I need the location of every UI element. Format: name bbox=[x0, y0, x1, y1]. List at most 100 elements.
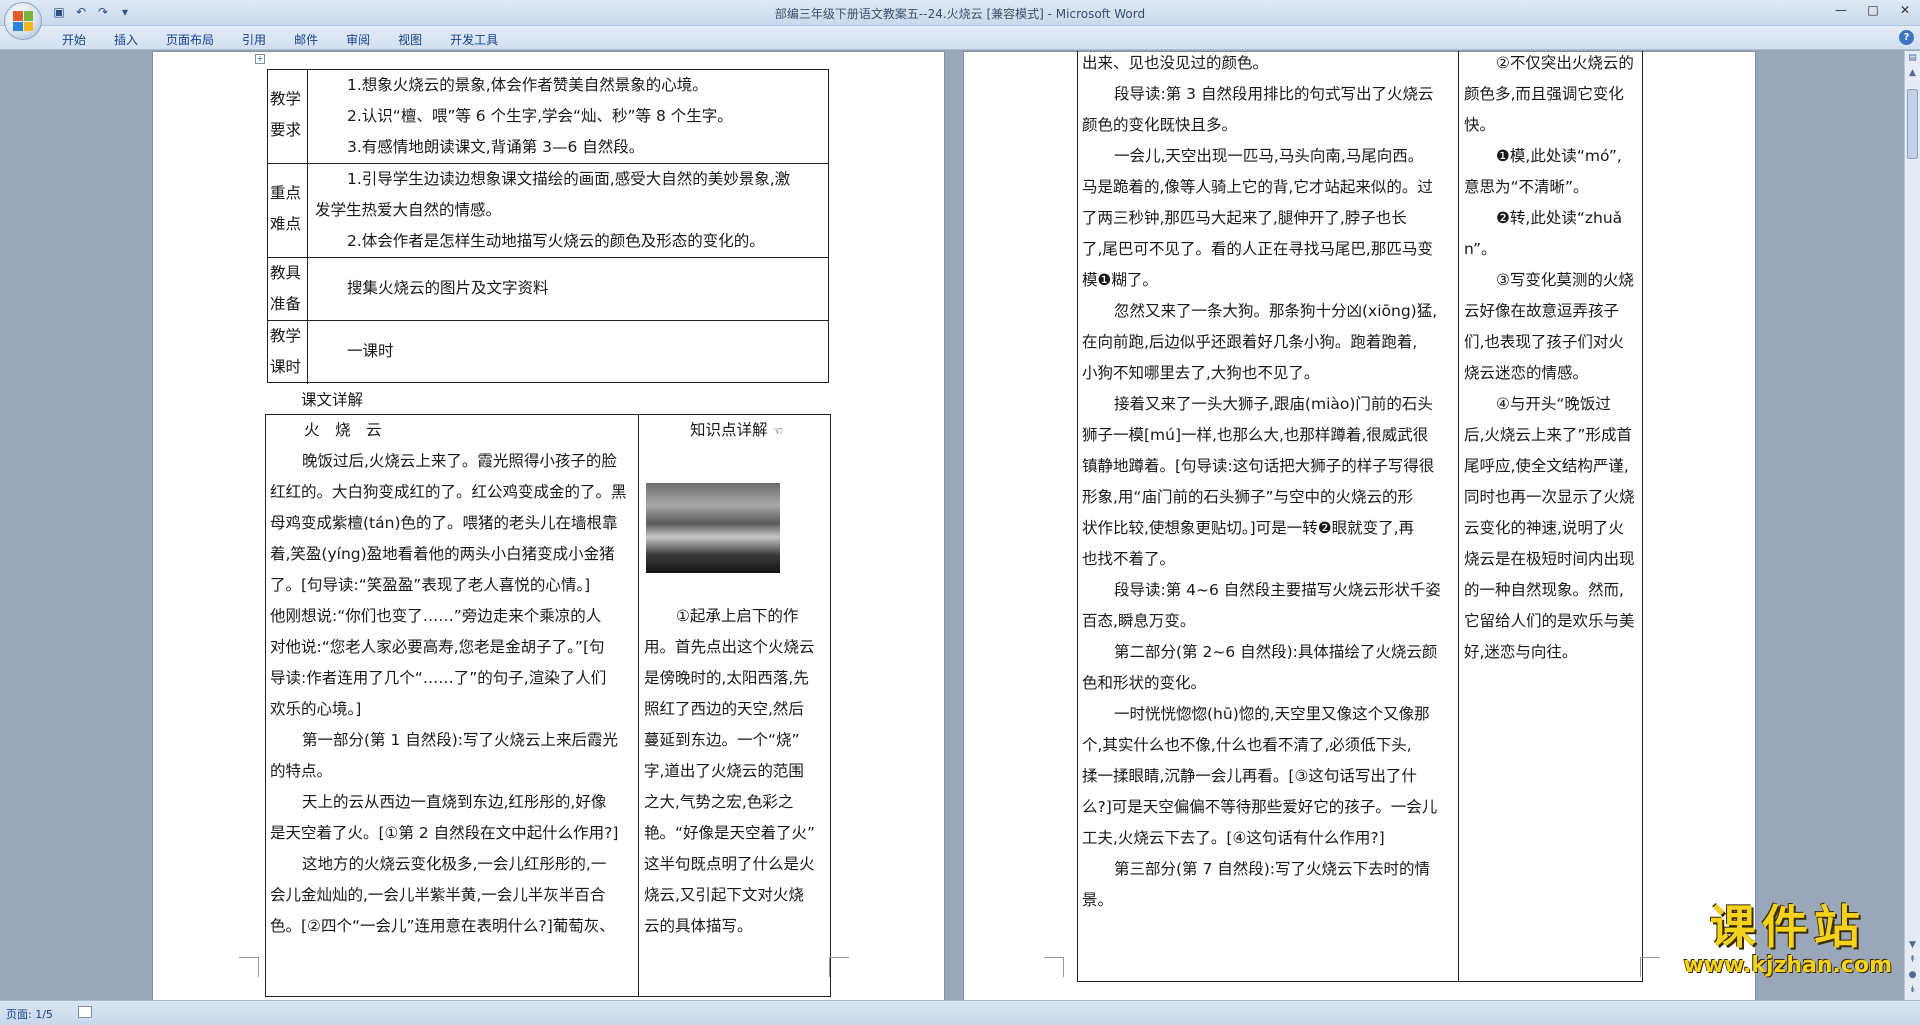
note-line: 云好像在故意逗弄孩子 bbox=[1464, 302, 1620, 320]
text-line: 个,其实什么也不像,什么也看不清了,必须低下头, bbox=[1082, 736, 1412, 754]
note-line: ①起承上启下的作 bbox=[676, 607, 799, 625]
text-line: 的特点。 bbox=[270, 762, 333, 780]
text-line: 揉一揉眼睛,沉静一会儿再看。[③这句话写出了什 bbox=[1082, 767, 1417, 785]
side-heading-text: 知识点详解 bbox=[690, 421, 768, 439]
section-title: 课文详解 bbox=[301, 391, 364, 409]
row-content: 搜集火烧云的图片及文字资料 bbox=[309, 258, 828, 304]
text-line: 出来、见也没见过的颜色。 bbox=[1082, 54, 1269, 72]
tab-insert[interactable]: 插入 bbox=[100, 29, 152, 50]
text-line: 导读:作者连用了几个“……了”的句子,渲染了人们 bbox=[270, 669, 607, 687]
proofing-icon[interactable] bbox=[78, 1006, 92, 1018]
ruler-toggle-icon[interactable]: ▤ bbox=[1905, 51, 1920, 66]
maximize-icon[interactable]: □ bbox=[1864, 3, 1882, 17]
table-row: 教学 要求 1.想象火烧云的景象,体会作者赞美自然景象的心境。 2.认识“檀、喂… bbox=[268, 70, 828, 164]
text-line: 对他说:“您老人家必要高寿,您老是金胡子了。”[句 bbox=[270, 638, 605, 656]
next-page-icon[interactable]: ↡ bbox=[1905, 983, 1920, 998]
text-title: 火 烧 云 bbox=[304, 421, 382, 439]
scroll-down-icon[interactable]: ▼ bbox=[1905, 938, 1920, 953]
note-line: 之大,气势之宏,色彩之 bbox=[644, 793, 794, 811]
tab-view[interactable]: 视图 bbox=[384, 29, 436, 50]
page-count[interactable]: 页面: 1/5 bbox=[6, 1006, 53, 1022]
text-line: 这地方的火烧云变化极多,一会儿红彤彤的,一 bbox=[302, 855, 607, 873]
label-line: 课时 bbox=[270, 358, 302, 376]
label-line: 教学 bbox=[270, 327, 302, 345]
note-line: n”。 bbox=[1464, 240, 1497, 258]
text-line: 了,尾巴可不见了。看的人正在寻找马尾巴,那匹马变 bbox=[1082, 240, 1433, 258]
text-line: 红红的。大白狗变成红的了。红公鸡变成金的了。黑 bbox=[270, 483, 627, 501]
text-line: 工夫,火烧云下去了。[④这句话有什么作用?] bbox=[1082, 829, 1385, 847]
window-title: 部编三年级下册语文教案五--24.火烧云 [兼容模式] - Microsoft … bbox=[774, 7, 1146, 21]
browse-object-icon[interactable]: ● bbox=[1905, 968, 1920, 983]
tab-mailings[interactable]: 邮件 bbox=[280, 29, 332, 50]
tab-developer[interactable]: 开发工具 bbox=[436, 29, 512, 50]
note-line: 颜色多,而且强调它变化 bbox=[1464, 85, 1624, 103]
text-line: 第二部分(第 2~6 自然段):具体描绘了火烧云颜 bbox=[1114, 643, 1438, 661]
table-move-handle-icon[interactable]: + bbox=[255, 54, 265, 64]
text-line: 一时恍恍惚惚(hū)惚的,天空里又像这个又像那 bbox=[1114, 705, 1430, 723]
help-icon[interactable]: ? bbox=[1899, 30, 1914, 45]
office-button[interactable] bbox=[4, 2, 42, 40]
content-line: 发学生热爱大自然的情感。 bbox=[315, 201, 502, 219]
content-line: 一课时 bbox=[347, 342, 394, 360]
close-icon[interactable]: ✕ bbox=[1896, 3, 1914, 17]
text-line: 是天空着了火。[①第 2 自然段在文中起什么作用?] bbox=[270, 824, 619, 842]
tab-references[interactable]: 引用 bbox=[228, 29, 280, 50]
column-divider bbox=[1458, 51, 1459, 981]
margin-corner-mark bbox=[1640, 957, 1660, 977]
text-line: 段导读:第 3 自然段用排比的句式写出了火烧云 bbox=[1114, 85, 1434, 103]
watermark-url: www.kjzhan.com bbox=[1683, 953, 1892, 978]
text-line: 颜色的变化既快且多。 bbox=[1082, 116, 1238, 134]
minimize-icon[interactable]: — bbox=[1832, 3, 1850, 17]
text-line: 狮子一模[mú]一样,也那么大,也那样蹲着,很威武很 bbox=[1082, 426, 1429, 444]
text-line: 色和形状的变化。 bbox=[1082, 674, 1207, 692]
text-line: 了两三秒钟,那匹马大起来了,腿伸开了,脖子也长 bbox=[1082, 209, 1407, 227]
note-line: 它留给人们的是欢乐与美 bbox=[1464, 612, 1635, 630]
vertical-scrollbar[interactable]: ▤ ▲ ▼ ↟ ● ↡ bbox=[1904, 51, 1920, 1000]
note-line: 照红了西边的天空,然后 bbox=[644, 700, 804, 718]
content-line: 3.有感情地朗读课文,背诵第 3—6 自然段。 bbox=[347, 138, 645, 156]
tab-home[interactable]: 开始 bbox=[48, 29, 100, 50]
content-line: 2.体会作者是怎样生动地描写火烧云的颜色及形态的变化的。 bbox=[347, 232, 765, 250]
text-line: 第一部分(第 1 自然段):写了火烧云上来后霞光 bbox=[302, 731, 619, 749]
note-line: 们,也表现了孩子们对火 bbox=[1464, 333, 1624, 351]
column-divider bbox=[638, 415, 639, 996]
main-text-column: 出来、见也没见过的颜色。 段导读:第 3 自然段用排比的句式写出了火烧云 颜色的… bbox=[1082, 51, 1456, 916]
window-controls: — □ ✕ bbox=[1832, 3, 1914, 17]
tab-page-layout[interactable]: 页面布局 bbox=[152, 29, 228, 50]
previous-page-icon[interactable]: ↟ bbox=[1905, 953, 1920, 968]
document-page-2[interactable]: 出来、见也没见过的颜色。 段导读:第 3 自然段用排比的句式写出了火烧云 颜色的… bbox=[963, 51, 1756, 1000]
row-content: 一课时 bbox=[309, 321, 828, 367]
browse-buttons: ▼ ↟ ● ↡ bbox=[1905, 938, 1920, 998]
scroll-thumb[interactable] bbox=[1907, 89, 1918, 159]
text-line: 段导读:第 4~6 自然段主要描写火烧云形状千姿 bbox=[1114, 581, 1441, 599]
text-line: 也找不着了。 bbox=[1082, 550, 1176, 568]
table-row: 重点 难点 1.引导学生边读边想象课文描绘的画面,感受大自然的美妙景象,激 发学… bbox=[268, 164, 828, 258]
row-label: 教学 要求 bbox=[268, 70, 308, 163]
tab-review[interactable]: 审阅 bbox=[332, 29, 384, 50]
row-label: 教学 课时 bbox=[268, 321, 308, 384]
label-line: 重点 bbox=[270, 184, 302, 202]
text-detail-table: 火 烧 云 晚饭过后,火烧云上来了。霞光照得小孩子的脸 红红的。大白狗变成红的了… bbox=[265, 414, 831, 997]
ribbon: 开始 插入 页面布局 引用 邮件 审阅 视图 开发工具 ? bbox=[0, 26, 1920, 50]
note-line: ❶模,此处读“mó”, bbox=[1496, 147, 1622, 165]
note-line: 尾呼应,使全文结构严谨, bbox=[1464, 457, 1629, 475]
text-line: 模❶糊了。 bbox=[1082, 271, 1158, 289]
site-watermark: 课件站 www.kjzhan.com bbox=[1683, 901, 1892, 978]
pointing-hand-icon: ☜ bbox=[772, 424, 784, 438]
text-line: 会儿金灿灿的,一会儿半紫半黄,一会儿半灰半百合 bbox=[270, 886, 606, 904]
note-line: ❷转,此处读“zhuǎ bbox=[1496, 209, 1623, 227]
side-notes: ①起承上启下的作 用。首先点出这个火烧云 是傍晚时的,太阳西落,先 照红了西边的… bbox=[644, 601, 828, 942]
note-line: ②不仅突出火烧云的 bbox=[1496, 54, 1634, 72]
text-line: 形象,用“庙门前的石头狮子”与空中的火烧云的形 bbox=[1082, 488, 1413, 506]
text-line: 了。[句导读:“笑盈盈”表现了老人喜悦的心情。] bbox=[270, 576, 591, 594]
text-line: 欢乐的心境。] bbox=[270, 700, 362, 718]
note-line: 快。 bbox=[1464, 116, 1496, 134]
note-line: 烧云是在极短时间内出现 bbox=[1464, 550, 1635, 568]
label-line: 教学 bbox=[270, 90, 302, 108]
title-bar: ▣ ↶ ↷ ▾ 部编三年级下册语文教案五--24.火烧云 [兼容模式] - Mi… bbox=[0, 0, 1920, 40]
scroll-up-icon[interactable]: ▲ bbox=[1905, 66, 1920, 81]
note-line: ④与开头“晚饭过 bbox=[1496, 395, 1611, 413]
side-notes-column: ②不仅突出火烧云的 颜色多,而且强调它变化 快。 ❶模,此处读“mó”, 意思为… bbox=[1464, 51, 1640, 668]
note-line: 艳。“好像是天空着了火” bbox=[644, 824, 816, 842]
document-page-1[interactable]: + 教学 要求 1.想象火烧云的景象,体会作者赞美自然景象的心境。 2.认识“檀… bbox=[152, 51, 945, 1000]
